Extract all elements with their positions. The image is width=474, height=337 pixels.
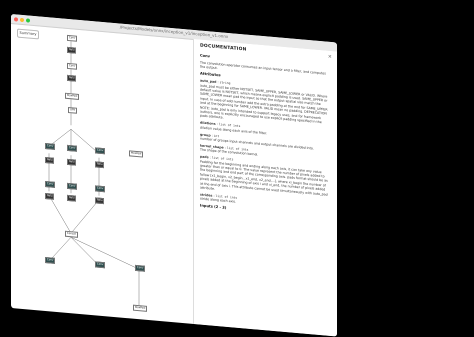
documentation-body: Conv The convolution operator consumes a… (200, 54, 328, 222)
graph-node[interactable]: Conv (45, 142, 56, 150)
graph-node[interactable]: Conv (45, 256, 56, 264)
graph-node[interactable]: Conv (45, 180, 56, 188)
graph-node[interactable]: LRN (68, 106, 77, 114)
graph-node[interactable]: Relu (67, 46, 77, 54)
graph-node[interactable]: MaxPool (133, 304, 148, 312)
close-icon[interactable]: × (328, 54, 332, 60)
graph-node[interactable]: Conv (67, 34, 78, 42)
graph-node[interactable]: Conv (67, 62, 78, 70)
graph-node[interactable]: Conv (135, 264, 146, 272)
attr-text: Padding for the beginning and ending alo… (200, 159, 328, 197)
panel-header: DOCUMENTATION (200, 43, 247, 53)
graph-node[interactable]: Relu (45, 192, 55, 200)
graph-node[interactable]: Concat (65, 230, 78, 238)
graph-node[interactable]: Relu (67, 194, 77, 202)
graph-node[interactable]: MaxPool (129, 150, 144, 158)
graph-node[interactable]: Relu (45, 156, 55, 164)
summary-button[interactable]: Summary (17, 28, 39, 40)
graph-node[interactable]: Conv (67, 182, 78, 190)
graph-node[interactable]: MaxPool (65, 92, 80, 100)
graph-node[interactable]: Relu (95, 161, 105, 169)
graph-node[interactable]: Conv (95, 261, 106, 269)
graph-node[interactable]: Conv (67, 144, 78, 152)
graph-node[interactable]: Relu (67, 158, 77, 166)
graph-node[interactable]: Relu (67, 74, 77, 82)
graph-node[interactable]: Conv (95, 185, 106, 193)
documentation-panel: DOCUMENTATION × Conv The convolution ope… (193, 38, 337, 337)
attr-text: auto_pad must be either NOTSET, SAME_UPP… (200, 83, 328, 125)
app-window: /Projects/Models/onnx/inception_v1/incep… (11, 14, 337, 337)
graph-node[interactable]: Relu (95, 197, 105, 205)
model-graph[interactable]: Conv Relu Conv Relu MaxPool LRN Conv Con… (39, 30, 189, 323)
graph-edges (48, 39, 140, 310)
graph-node[interactable]: Conv (95, 147, 106, 155)
